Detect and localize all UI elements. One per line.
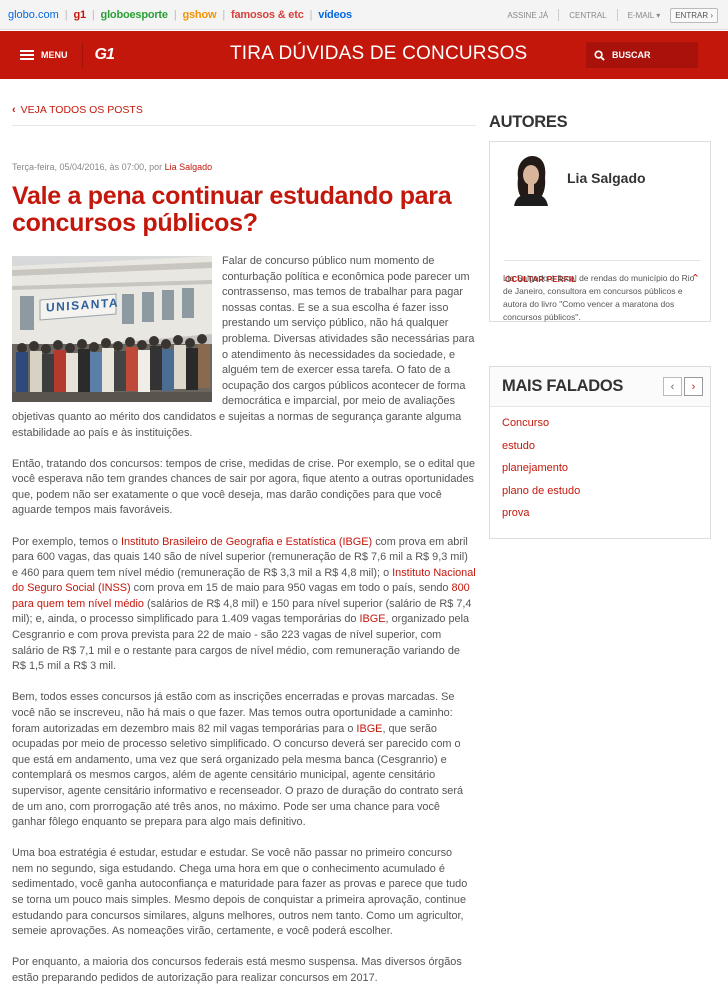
- link-g1-label: g1: [73, 8, 86, 21]
- text-span: Por exemplo, temos o: [12, 535, 121, 548]
- menu-button[interactable]: MENU: [20, 50, 68, 60]
- email-link[interactable]: E-MAIL ▾: [628, 11, 661, 20]
- most-discussed-box: MAIS FALADOS ‹ › Concurso estudo planeja…: [489, 366, 711, 539]
- enter-button[interactable]: ENTRAR ›: [670, 7, 718, 23]
- next-arrow-icon[interactable]: ›: [684, 377, 703, 396]
- email-label: E-MAIL: [627, 10, 654, 20]
- search-box[interactable]: BUSCAR: [586, 42, 698, 68]
- header-divider: [81, 42, 83, 68]
- trending-tag-link[interactable]: planejamento: [502, 462, 568, 474]
- back-label: VEJA TODOS OS POSTS: [20, 104, 143, 116]
- search-label: BUSCAR: [612, 50, 651, 60]
- divider: [12, 125, 476, 126]
- author-name-link[interactable]: Lia Salgado: [567, 170, 646, 186]
- author-bio: Lia Salgado é fiscal de rendas do municí…: [503, 273, 695, 322]
- text-span: , que serão ocupadas por meio de process…: [12, 722, 464, 829]
- link-ibge[interactable]: IBGE: [356, 723, 382, 735]
- link-gshow[interactable]: gshow: [183, 9, 217, 21]
- link-gshow-label: gshow: [182, 8, 217, 21]
- link-videos-label: vídeos: [318, 8, 352, 21]
- carousel-controls: ‹ ›: [663, 377, 703, 396]
- back-to-posts-link[interactable]: ‹ VEJA TODOS OS POSTS: [12, 100, 476, 120]
- trending-tag[interactable]: estudo: [502, 440, 698, 463]
- link-globoesporte-label: globoesporte: [100, 8, 168, 21]
- trending-tag-link[interactable]: plano de estudo: [502, 485, 580, 497]
- most-discussed-heading: MAIS FALADOS: [502, 377, 624, 395]
- divider: [504, 260, 700, 261]
- paragraph-4: Bem, todos esses concursos já estão com …: [12, 690, 476, 830]
- article-title: Vale a pena continuar estudando para con…: [12, 182, 452, 237]
- post-author-link[interactable]: Lia Salgado: [165, 162, 213, 172]
- trending-tag[interactable]: plano de estudo: [502, 485, 698, 508]
- chevron-down-icon: ▾: [656, 10, 661, 20]
- separator: |: [64, 8, 68, 21]
- trending-tag[interactable]: planejamento: [502, 462, 698, 485]
- link-globo-com[interactable]: globo.com: [8, 9, 59, 21]
- trending-tag[interactable]: Concurso: [502, 417, 698, 440]
- text-span: com prova em 15 de maio para 950 vagas e…: [130, 582, 452, 595]
- chevron-right-icon: ›: [710, 10, 713, 20]
- separator: |: [222, 8, 226, 21]
- subscribe-link[interactable]: ASSINE JÁ: [507, 11, 548, 20]
- paragraph-5: Uma boa estratégia é estudar, estudar e …: [12, 847, 468, 938]
- enter-label: ENTRAR: [675, 10, 709, 20]
- link-famosos-label: famosos & etc: [231, 8, 304, 21]
- separator: |: [173, 8, 177, 21]
- author-avatar: [510, 154, 552, 206]
- paragraph-2: Então, tratando dos concursos: tempos de…: [12, 457, 476, 517]
- article-photo: UNISANTA: [12, 256, 212, 402]
- g1-logo[interactable]: G1: [95, 46, 115, 64]
- post-date: Terça-feira, 05/04/2016, às 07:00, por: [12, 162, 163, 172]
- menu-label: MENU: [41, 50, 68, 60]
- hamburger-icon: [20, 50, 34, 60]
- separator: |: [91, 8, 95, 21]
- link-globoesporte[interactable]: globoesporte: [101, 9, 168, 21]
- link-g1[interactable]: g1: [73, 8, 86, 21]
- divider: [558, 9, 560, 21]
- article-column: ‹ VEJA TODOS OS POSTS Terça-feira, 05/04…: [12, 100, 476, 1002]
- paragraph-6: Por enquanto, a maioria dos concursos fe…: [12, 956, 462, 984]
- link-ibge-institute[interactable]: Instituto Brasileiro de Geografia e Esta…: [121, 536, 372, 548]
- sidebar: AUTORES Lia Salgado OCULTAR PERFIL ⌃ Lia…: [489, 100, 711, 539]
- section-header: MENU G1 TIRA DÚVIDAS DE CONCURSOS BUSCAR: [0, 31, 728, 79]
- link-ibge[interactable]: IBGE: [359, 613, 385, 625]
- trending-tag-link[interactable]: estudo: [502, 440, 535, 452]
- post-meta: Terça-feira, 05/04/2016, às 07:00, por L…: [12, 162, 476, 172]
- separator: |: [309, 8, 313, 21]
- trending-tags: Concurso estudo planejamento plano de es…: [490, 407, 710, 530]
- account-links: ASSINE JÁ CENTRAL E-MAIL ▾ ENTRAR ›: [507, 0, 718, 30]
- globo-topbar: globo.com | g1 | globoesporte | gshow | …: [0, 0, 728, 30]
- central-link[interactable]: CENTRAL: [569, 11, 606, 20]
- link-famosos[interactable]: famosos & etc: [231, 9, 304, 21]
- divider: [616, 9, 618, 21]
- link-videos[interactable]: vídeos: [318, 9, 352, 21]
- trending-tag[interactable]: prova: [502, 507, 698, 530]
- trending-tag-link[interactable]: Concurso: [502, 417, 549, 429]
- portal-links: globo.com | g1 | globoesporte | gshow | …: [0, 9, 352, 21]
- trending-tag-link[interactable]: prova: [502, 507, 530, 519]
- article-body: UNISANTA Falar de concurso público num m…: [12, 254, 476, 986]
- paragraph-3: Por exemplo, temos o Instituto Brasileir…: [12, 535, 476, 675]
- chevron-left-icon: ‹: [12, 104, 16, 116]
- search-icon: [594, 49, 605, 61]
- crowd-photo: UNISANTA: [12, 256, 212, 402]
- authors-heading: AUTORES: [489, 113, 568, 131]
- prev-arrow-icon[interactable]: ‹: [663, 377, 682, 396]
- section-title: TIRA DÚVIDAS DE CONCURSOS: [230, 43, 528, 64]
